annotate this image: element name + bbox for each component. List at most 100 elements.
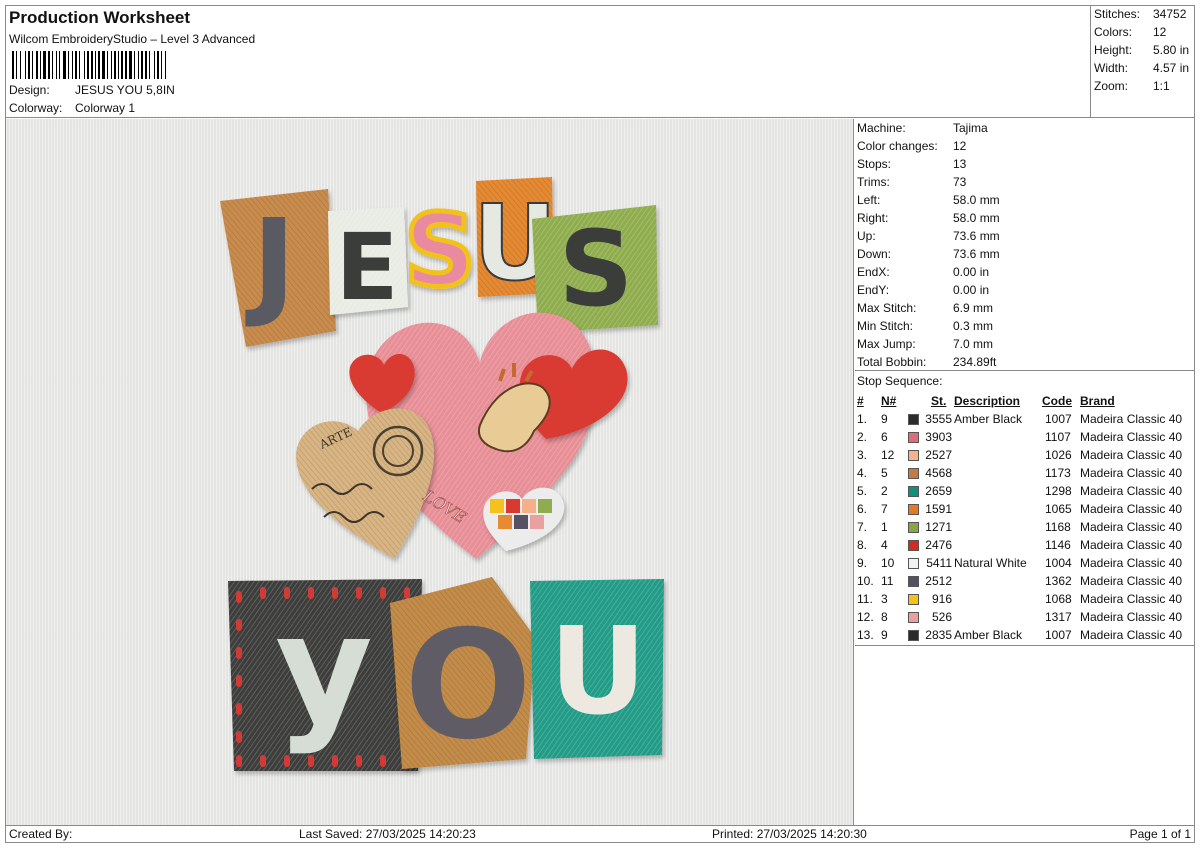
design-summary: Stitches: 34752 Colors: 12 Height: 5.80 in … xyxy=(1091,6,1194,118)
stop-stitches: 916 xyxy=(931,592,952,606)
summary-zoom: Zoom: 1:1 xyxy=(1094,79,1170,93)
barcode-bar xyxy=(63,51,66,79)
worksheet-title: Production Worksheet xyxy=(9,8,191,27)
col-header-needle: N# xyxy=(881,394,897,408)
stop-code: 1107 xyxy=(1045,430,1071,444)
letter-tile-j: J xyxy=(220,189,336,347)
stop-code: 1065 xyxy=(1045,502,1072,516)
machine-row: EndY: 0.00 in xyxy=(857,283,989,297)
summary-label: Colors: xyxy=(1094,25,1133,39)
stop-stitches: 3555 xyxy=(925,412,952,426)
machine-label: Up: xyxy=(857,229,876,243)
stop-code: 1004 xyxy=(1045,556,1072,570)
barcode-bar xyxy=(52,51,53,79)
stop-brand: Madeira Classic 40 xyxy=(1080,448,1183,462)
barcode-bar xyxy=(157,51,159,79)
stop-index: 5. xyxy=(857,484,868,498)
summary-value: 34752 xyxy=(1153,7,1187,21)
barcode-bar xyxy=(107,51,108,79)
machine-label: Right: xyxy=(857,211,889,225)
stop-stitches: 2476 xyxy=(925,538,952,552)
stop-stitches: 1591 xyxy=(925,502,952,516)
letter-e: E xyxy=(336,214,399,321)
machine-row: Color changes: 12 xyxy=(857,139,966,153)
stop-description: Amber Black xyxy=(954,628,1023,642)
barcode-bar xyxy=(129,51,132,79)
machine-label: Min Stitch: xyxy=(857,319,914,333)
stop-description: Amber Black xyxy=(954,412,1023,426)
letter-u-white: U xyxy=(549,603,646,742)
stop-code: 1298 xyxy=(1045,484,1072,498)
stop-code: 1146 xyxy=(1045,538,1071,552)
stop-needle: 7 xyxy=(881,502,888,516)
barcode-bar xyxy=(138,51,139,79)
stop-brand: Madeira Classic 40 xyxy=(1080,628,1183,642)
barcode-bar xyxy=(91,51,93,79)
barcode-bar xyxy=(134,51,135,79)
stop-code: 1317 xyxy=(1045,610,1072,624)
machine-value: 13 xyxy=(953,157,967,171)
colorway-label: Colorway: xyxy=(9,101,63,115)
stop-needle: 10 xyxy=(881,556,895,570)
barcode-bar xyxy=(48,51,50,79)
barcode-bar xyxy=(68,51,69,79)
machine-row: Right: 58.0 mm xyxy=(857,211,1000,225)
barcode-bar xyxy=(20,51,21,79)
machine-label: Stops: xyxy=(857,157,892,171)
design-label: Design: xyxy=(9,83,50,97)
barcode-bar xyxy=(161,51,162,79)
stop-brand: Madeira Classic 40 xyxy=(1080,502,1183,516)
machine-label: Max Jump: xyxy=(857,337,916,351)
col-header-stitches: St. xyxy=(931,394,947,408)
heart-cluster: ARTE LOVE xyxy=(296,312,628,559)
barcode-bar xyxy=(102,51,105,79)
software-name: Wilcom EmbroideryStudio – Level 3 Advanc… xyxy=(9,32,256,46)
barcode-bar xyxy=(25,51,26,79)
stop-stitches: 2659 xyxy=(925,484,952,498)
stop-index: 13. xyxy=(857,628,874,642)
machine-row: Up: 73.6 mm xyxy=(857,229,1000,243)
colorway-row: Colorway: Colorway 1 xyxy=(9,101,135,115)
stop-index: 12. xyxy=(857,610,874,624)
col-header-description: Description xyxy=(954,394,1021,408)
machine-value: 73.6 mm xyxy=(953,229,1000,243)
stop-needle: 12 xyxy=(881,448,895,462)
stop-index: 2. xyxy=(857,430,868,444)
barcode-bar xyxy=(59,51,60,79)
letter-s-outlined: S xyxy=(404,192,476,309)
summary-label: Height: xyxy=(1094,43,1133,57)
barcode-bar xyxy=(98,51,100,79)
stop-code: 1026 xyxy=(1045,448,1072,462)
barcode-bar xyxy=(79,51,80,79)
letter-tile-s1: S xyxy=(401,190,478,312)
machine-label: Max Stitch: xyxy=(857,301,917,315)
stop-needle: 9 xyxy=(881,412,888,426)
letter-tile-o: O xyxy=(390,577,536,773)
stop-brand: Madeira Classic 40 xyxy=(1080,574,1183,588)
stop-stitches: 3903 xyxy=(925,430,952,444)
machine-value: 234.89ft xyxy=(953,355,997,369)
barcode-bar xyxy=(145,51,147,79)
summary-colors: Colors: 12 xyxy=(1094,25,1166,39)
stop-needle: 2 xyxy=(881,484,888,498)
stop-stitches: 2835 xyxy=(925,628,952,642)
machine-value: 58.0 mm xyxy=(953,211,1000,225)
page-number: Page 1 of 1 xyxy=(1129,827,1191,841)
stop-stitches: 1271 xyxy=(925,520,952,534)
machine-value: Tajima xyxy=(953,121,988,135)
design-preview[interactable]: J E S U S ARTE LOVE y O U xyxy=(6,119,854,825)
stop-needle: 8 xyxy=(881,610,888,624)
machine-row: Stops: 13 xyxy=(857,157,966,171)
stop-brand: Madeira Classic 40 xyxy=(1080,592,1183,606)
barcode-bar xyxy=(141,51,143,79)
summary-height: Height: 5.80 in xyxy=(1094,43,1189,57)
barcode-bar xyxy=(95,51,96,79)
worksheet-header: Production Worksheet Wilcom EmbroiderySt… xyxy=(6,6,1091,118)
machine-row: Down: 73.6 mm xyxy=(857,247,1000,261)
stop-sequence-title: Stop Sequence: xyxy=(857,374,943,388)
stop-brand: Madeira Classic 40 xyxy=(1080,610,1183,624)
stop-code: 1007 xyxy=(1045,412,1072,426)
patch xyxy=(506,499,520,513)
machine-value: 0.00 in xyxy=(953,265,990,279)
machine-value: 73 xyxy=(953,175,967,189)
